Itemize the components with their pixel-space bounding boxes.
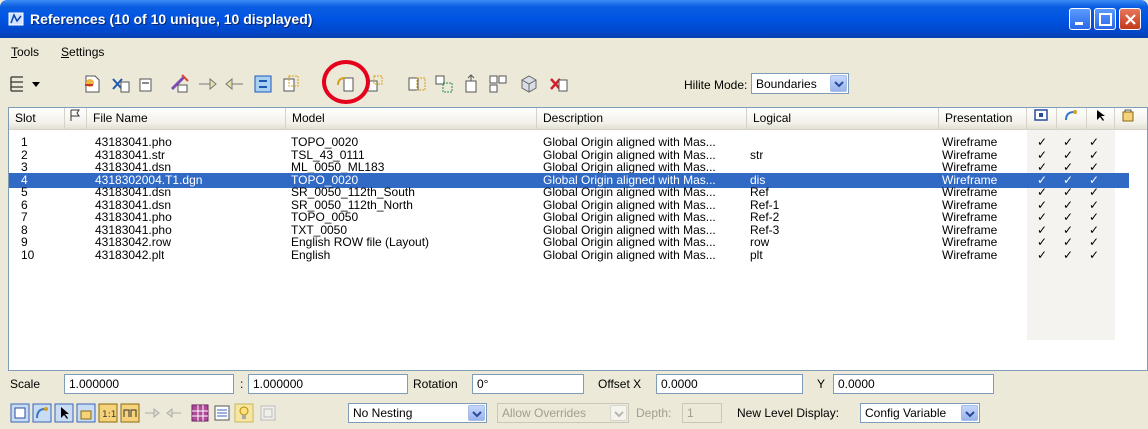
window-title: References (10 of 10 unique, 10 displaye… (30, 11, 313, 27)
close-button[interactable] (1119, 8, 1141, 30)
clip-boundary-icon[interactable] (433, 73, 455, 95)
cursor-icon (1097, 110, 1105, 121)
maximize-button[interactable] (1094, 8, 1116, 30)
svg-text:1:1: 1:1 (102, 410, 116, 420)
move-disabled-icon[interactable] (142, 403, 162, 423)
references-list[interactable]: Slot File Name Model Description Logical… (8, 107, 1148, 371)
nesting-select[interactable]: No Nesting (348, 403, 487, 423)
minimize-icon (1075, 22, 1083, 25)
logical-cell: plt (750, 247, 763, 262)
column-header-model[interactable]: Model (286, 108, 537, 130)
column-header-lock[interactable] (1115, 108, 1147, 130)
column-header-snap[interactable] (1057, 108, 1087, 130)
description-cell: Global Origin aligned with Mas... (543, 247, 716, 262)
hilite-mode-select[interactable]: Boundaries (751, 73, 849, 94)
swap-icon[interactable] (252, 73, 274, 95)
offset-y-label: Y (817, 377, 826, 391)
file-name-cell: 43183042.plt (95, 247, 165, 262)
scale-master-field[interactable]: 1.000000 (64, 374, 234, 394)
properties-disabled-icon[interactable] (258, 403, 278, 423)
column-header-presentation[interactable]: Presentation (939, 108, 1027, 130)
depth-label: Depth: (636, 406, 672, 420)
hilite-mode-label: Hilite Mode: (684, 78, 748, 92)
menu-tools[interactable]: Tools (11, 45, 39, 59)
offset-y-field[interactable]: 0.0000 (833, 374, 994, 394)
table-row[interactable]: 10 43183042.plt English Global Origin align… (9, 248, 1129, 263)
display-toggle-icon[interactable] (10, 403, 30, 423)
close-icon (1125, 14, 1136, 25)
presentation-cell: Wireframe (942, 247, 998, 262)
snap-icon (1065, 110, 1077, 121)
lock-toggle-icon[interactable] (76, 403, 96, 423)
flag-column-header[interactable] (65, 108, 87, 130)
offset-x-label: Offset X (598, 377, 642, 391)
true-scale-icon[interactable]: 1:1 (98, 403, 118, 423)
copy-icon[interactable] (224, 73, 246, 95)
maximize-icon (1099, 13, 1112, 26)
snap-checkmark[interactable]: ✓ (1061, 248, 1075, 263)
clip-mask-icon[interactable] (460, 73, 482, 95)
model-cell: English (291, 247, 331, 262)
chevron-down-icon[interactable] (468, 405, 485, 421)
level-override-icon[interactable] (212, 403, 232, 423)
list-header: Slot File Name Model Description Logical… (9, 108, 1147, 130)
column-header-description[interactable]: Description (537, 108, 747, 130)
rotation-label: Rotation (413, 377, 458, 391)
minimize-button[interactable] (1069, 8, 1091, 30)
move-icon[interactable] (196, 73, 218, 95)
chevron-down-icon[interactable] (610, 405, 627, 421)
attach-icon[interactable] (82, 73, 104, 95)
delete-clip-icon[interactable] (548, 73, 570, 95)
locate-checkmark[interactable]: ✓ (1087, 248, 1101, 263)
references-app-icon (8, 12, 24, 26)
menu-bar: Tools Settings (0, 41, 1148, 63)
title-bar[interactable]: References (10 of 10 unique, 10 displaye… (0, 0, 1148, 38)
column-header-logical[interactable]: Logical (747, 108, 939, 130)
toolbar: Hilite Mode: Boundaries (0, 66, 1148, 102)
snap-toggle-icon[interactable] (32, 403, 52, 423)
attachment-settings-panel: Scale 1.000000 : 1.000000 Rotation 0° Of… (0, 372, 1148, 429)
column-header-locate[interactable] (1087, 108, 1115, 130)
raster-icon[interactable] (190, 403, 210, 423)
depth-field[interactable]: 1 (682, 403, 722, 423)
scale-line-styles-icon[interactable] (120, 403, 140, 423)
slot-cell: 10 (21, 247, 35, 262)
lock-icon (1122, 109, 1134, 122)
rotation-field[interactable]: 0° (472, 374, 584, 394)
back-disabled-icon[interactable] (164, 403, 184, 423)
highlight-circle-annotation (322, 60, 370, 104)
column-header-slot[interactable]: Slot (9, 108, 65, 130)
column-header-file-name[interactable]: File Name (87, 108, 286, 130)
reload-icon[interactable] (168, 73, 190, 95)
new-level-display-label: New Level Display: (737, 406, 840, 420)
scale-separator: : (240, 377, 244, 391)
flag-icon (70, 109, 80, 121)
list-view-icon[interactable] (8, 73, 42, 95)
clip-front-icon[interactable] (487, 73, 509, 95)
scale-label: Scale (10, 377, 41, 391)
scale-icon[interactable] (280, 73, 302, 95)
allow-overrides-select[interactable]: Allow Overrides (497, 403, 629, 423)
chevron-down-icon[interactable] (961, 405, 978, 421)
display-checkmark[interactable]: ✓ (1035, 248, 1049, 263)
scale-reference-field[interactable]: 1.000000 (248, 374, 408, 394)
column-header-display[interactable] (1027, 108, 1057, 130)
offset-x-field[interactable]: 0.0000 (656, 374, 803, 394)
menu-settings[interactable]: Settings (61, 45, 104, 59)
new-level-display-select[interactable]: Config Variable (860, 403, 980, 423)
clip-icon[interactable] (135, 73, 157, 95)
display-icon (1034, 109, 1048, 121)
light-bulb-icon[interactable] (234, 403, 254, 423)
3d-cube-icon[interactable] (518, 73, 540, 95)
locate-toggle-icon[interactable] (54, 403, 74, 423)
detach-icon[interactable] (110, 73, 132, 95)
chevron-down-icon[interactable] (830, 75, 847, 92)
references-window: References (10 of 10 unique, 10 displaye… (0, 0, 1148, 429)
mirror-v-icon[interactable] (406, 73, 428, 95)
